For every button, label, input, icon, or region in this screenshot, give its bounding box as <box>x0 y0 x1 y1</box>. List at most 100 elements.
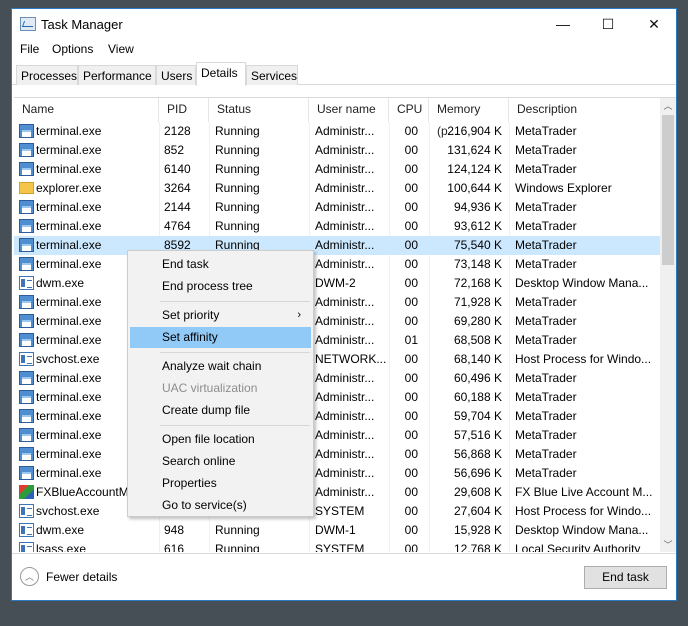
cell-user: Administr... <box>315 333 375 347</box>
column-name[interactable]: Name <box>14 98 159 122</box>
cell-cpu: 00 <box>404 276 418 290</box>
cell-mem: 100,644 K <box>447 181 502 195</box>
cell-status: Running <box>215 143 260 157</box>
terminal-icon <box>19 390 34 404</box>
cell-name: explorer.exe <box>36 181 102 195</box>
table-row[interactable]: terminal.exe 8592 Running Administr... 00 75,… <box>14 236 660 255</box>
column-memory[interactable]: Memory (p... <box>429 98 509 138</box>
footer: ︿ Fewer details End task <box>12 553 676 601</box>
tab-users[interactable]: Users <box>156 65 196 85</box>
column-user-name[interactable]: User name <box>309 98 389 122</box>
cell-user: Administr... <box>315 428 375 442</box>
table-row[interactable]: terminal.exe 4764 Running Administr... 00 93,… <box>14 217 660 236</box>
tab-performance[interactable]: Performance <box>78 65 156 85</box>
column-pid[interactable]: PID <box>159 98 209 122</box>
table-row[interactable]: dwm.exe 948 Running DWM-1 00 15,928 K Desktop … <box>14 521 660 540</box>
cell-name: terminal.exe <box>36 162 102 176</box>
cell-pid: 3264 <box>164 181 191 195</box>
fewer-details-label: Fewer details <box>46 569 118 584</box>
table-row[interactable]: terminal.exe Administr... 00 57,516 K MetaTr… <box>14 426 660 445</box>
column-description[interactable]: Description <box>509 98 660 122</box>
cell-cpu: 00 <box>404 504 418 518</box>
cell-mem: 59,704 K <box>453 409 502 423</box>
cell-cpu: 00 <box>404 257 418 271</box>
cell-user: Administr... <box>315 143 375 157</box>
cell-desc: MetaTrader <box>515 371 577 385</box>
terminal-icon <box>19 295 34 309</box>
menu-options[interactable]: Options <box>52 42 93 56</box>
table-row[interactable]: terminal.exe 852 Running Administr... 00 131,… <box>14 141 660 160</box>
tab-processes[interactable]: Processes <box>16 65 78 85</box>
table-row[interactable]: svchost.exe SYSTEM 00 27,604 K Host Process … <box>14 502 660 521</box>
table-row[interactable]: terminal.exe Administr... 01 68,508 K MetaTr… <box>14 331 660 350</box>
cell-name: terminal.exe <box>36 200 102 214</box>
minimize-button[interactable]: — <box>540 9 586 39</box>
cell-desc: MetaTrader <box>515 428 577 442</box>
menu-item-search-online[interactable]: Search online <box>130 451 311 472</box>
terminal-icon <box>19 447 34 461</box>
menu-item-go-to-service-s[interactable]: Go to service(s) <box>130 495 311 516</box>
table-row[interactable]: terminal.exe Administr... 00 56,696 K MetaTr… <box>14 464 660 483</box>
table-row[interactable]: terminal.exe Administr... 00 60,496 K MetaTr… <box>14 369 660 388</box>
table-row[interactable]: terminal.exe Administr... 00 60,188 K MetaTr… <box>14 388 660 407</box>
menu-item-properties[interactable]: Properties <box>130 473 311 494</box>
close-button[interactable]: ✕ <box>631 9 677 39</box>
table-row[interactable]: terminal.exe Administr... 00 73,148 K MetaTr… <box>14 255 660 274</box>
scroll-up-icon[interactable]: ︿ <box>660 98 676 114</box>
menu-item-analyze-wait-chain[interactable]: Analyze wait chain <box>130 356 311 377</box>
table-row[interactable]: terminal.exe Administr... 00 69,280 K MetaTr… <box>14 312 660 331</box>
table-row[interactable]: svchost.exe NETWORK... 00 68,140 K Host Proc… <box>14 350 660 369</box>
cell-mem: 124,124 K <box>447 162 502 176</box>
cell-user: Administr... <box>315 219 375 233</box>
tab-services[interactable]: Services <box>246 65 298 85</box>
tab-details[interactable]: Details <box>196 62 246 86</box>
cell-cpu: 00 <box>404 371 418 385</box>
cell-user: Administr... <box>315 181 375 195</box>
menu-item-set-affinity[interactable]: Set affinity <box>130 327 311 348</box>
fewer-details-button[interactable]: ︿ Fewer details <box>20 567 117 586</box>
table-row[interactable]: FXBlueAccountM Administr... 00 29,608 K FX B… <box>14 483 660 502</box>
end-task-button[interactable]: End task <box>584 566 667 589</box>
cell-pid: 616 <box>164 542 185 552</box>
terminal-icon <box>19 428 34 442</box>
cell-mem: 71,928 K <box>453 295 502 309</box>
cell-mem: 93,612 K <box>453 219 502 233</box>
menu-item-end-task[interactable]: End task <box>130 254 311 275</box>
scrollbar-thumb[interactable] <box>662 115 674 265</box>
menu-item-open-file-location[interactable]: Open file location <box>130 429 311 450</box>
menu-view[interactable]: View <box>108 42 134 56</box>
table-row[interactable]: terminal.exe 2128 Running Administr... 00 216… <box>14 122 660 141</box>
cell-desc: MetaTrader <box>515 124 577 138</box>
table-row[interactable]: terminal.exe Administr... 00 71,928 K MetaTr… <box>14 293 660 312</box>
menu-separator <box>160 352 310 353</box>
column-cpu[interactable]: CPU <box>389 98 429 122</box>
menu-item-label: Create dump file <box>162 403 251 417</box>
column-status[interactable]: Status <box>209 98 309 122</box>
table-row[interactable]: terminal.exe 6140 Running Administr... 00 124… <box>14 160 660 179</box>
menu-item-end-process-tree[interactable]: End process tree <box>130 276 311 297</box>
window-icon <box>19 523 34 537</box>
menu-item-create-dump-file[interactable]: Create dump file <box>130 400 311 421</box>
menu-file[interactable]: File <box>20 42 39 56</box>
maximize-button[interactable]: ☐ <box>585 9 631 39</box>
table-row[interactable]: lsass.exe 616 Running SYSTEM 00 12,768 K Local… <box>14 540 660 552</box>
title-bar[interactable]: Task Manager — ☐ ✕ <box>12 9 676 39</box>
table-row[interactable]: terminal.exe Administr... 00 59,704 K MetaTr… <box>14 407 660 426</box>
cell-desc: MetaTrader <box>515 257 577 271</box>
cell-mem: 94,936 K <box>453 200 502 214</box>
table-row[interactable]: explorer.exe 3264 Running Administr... 00 100… <box>14 179 660 198</box>
scroll-down-icon[interactable]: ﹀ <box>660 537 676 552</box>
table-row[interactable]: dwm.exe DWM-2 00 72,168 K Desktop Window Man… <box>14 274 660 293</box>
cell-mem: 27,604 K <box>453 504 502 518</box>
table-row[interactable]: terminal.exe Administr... 00 56,868 K MetaTr… <box>14 445 660 464</box>
cell-cpu: 00 <box>404 523 418 537</box>
cell-mem: 68,140 K <box>453 352 502 366</box>
cell-cpu: 00 <box>404 390 418 404</box>
vertical-scrollbar[interactable]: ︿ ﹀ <box>660 98 676 552</box>
cell-status: Running <box>215 181 260 195</box>
menu-item-set-priority[interactable]: Set priority › <box>130 305 311 326</box>
cell-desc: Windows Explorer <box>515 181 612 195</box>
table-row[interactable]: terminal.exe 2144 Running Administr... 00 94,… <box>14 198 660 217</box>
cell-cpu: 00 <box>404 352 418 366</box>
cell-mem: 12,768 K <box>453 542 502 552</box>
